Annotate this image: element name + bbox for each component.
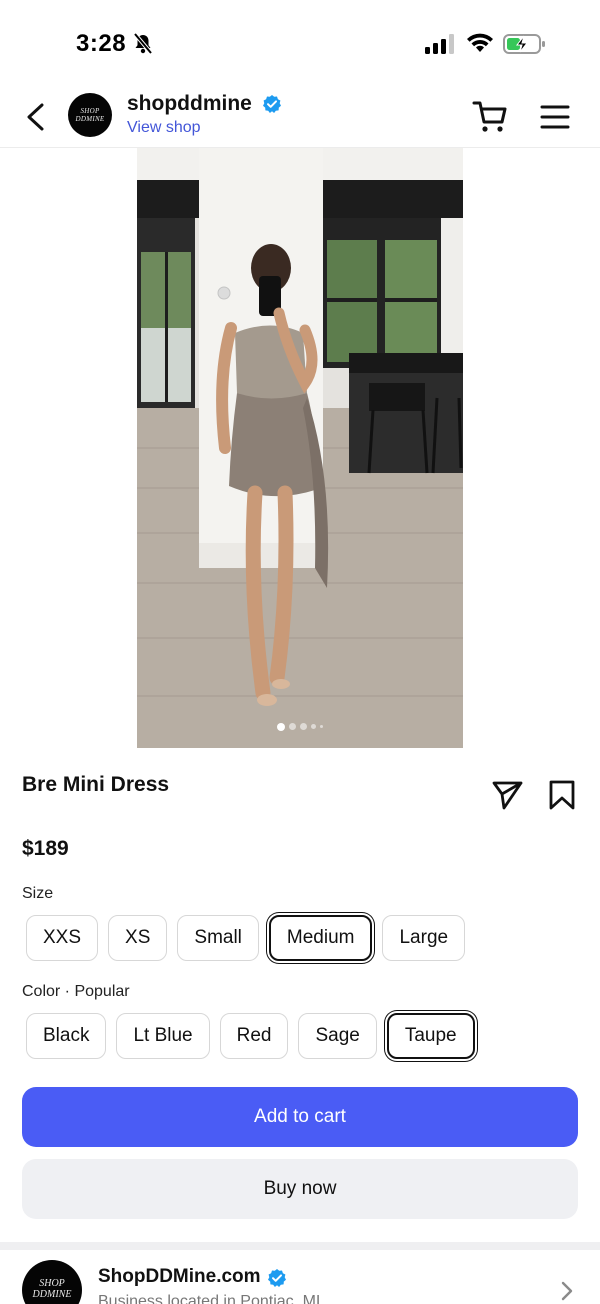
status-bar: 3:28 <box>0 0 600 86</box>
size-options: XXS XS Small Medium Large <box>26 915 466 961</box>
shop-name[interactable]: shopddmine <box>127 92 252 116</box>
cart-icon[interactable] <box>472 100 508 139</box>
gallery-dot[interactable] <box>311 724 316 730</box>
color-option-sage[interactable]: Sage <box>298 1013 377 1059</box>
shop-header: SHOP DDMINE shopddmine View shop <box>0 86 600 148</box>
bell-slash-icon <box>133 32 153 60</box>
size-option-xxs[interactable]: XXS <box>26 915 99 961</box>
bookmark-icon[interactable] <box>548 780 576 815</box>
color-label: Color · Popular <box>22 983 130 1000</box>
battery-charging-icon <box>503 33 547 60</box>
color-option-taupe[interactable]: Taupe <box>386 1013 475 1059</box>
business-name[interactable]: ShopDDMine.com <box>98 1266 261 1288</box>
gallery-dot[interactable] <box>289 723 296 731</box>
color-option-lt-blue[interactable]: Lt Blue <box>116 1013 210 1059</box>
gallery-dot[interactable] <box>277 722 285 731</box>
view-shop-link[interactable]: View shop <box>127 119 201 137</box>
product-photo <box>137 148 463 748</box>
gallery-dot[interactable] <box>300 723 307 731</box>
color-option-black[interactable]: Black <box>26 1013 107 1059</box>
menu-icon[interactable] <box>540 104 570 135</box>
section-divider <box>0 1242 600 1250</box>
color-options: Black Lt Blue Red Sage Taupe <box>26 1013 475 1059</box>
status-time: 3:28 <box>76 30 127 57</box>
share-icon[interactable] <box>492 780 524 815</box>
verified-badge-icon <box>268 1269 286 1292</box>
shop-avatar[interactable]: SHOP DDMINE <box>68 93 112 137</box>
chevron-right-icon[interactable] <box>560 1280 574 1304</box>
product-image-gallery[interactable] <box>137 148 463 748</box>
business-avatar[interactable]: SHOP DDMINE <box>22 1260 82 1304</box>
gallery-pagination[interactable] <box>137 718 463 736</box>
gallery-dot[interactable] <box>320 725 323 729</box>
size-label: Size <box>22 885 54 902</box>
size-option-small[interactable]: Small <box>177 915 259 961</box>
cellular-signal-icon <box>425 34 457 59</box>
back-chevron-icon[interactable] <box>22 100 52 134</box>
color-option-red[interactable]: Red <box>219 1013 289 1059</box>
product-price: $189 <box>22 837 69 860</box>
size-option-large[interactable]: Large <box>382 915 466 961</box>
buy-now-button[interactable]: Buy now <box>22 1159 578 1219</box>
add-to-cart-button[interactable]: Add to cart <box>22 1087 578 1147</box>
size-option-xs[interactable]: XS <box>108 915 168 961</box>
wifi-icon <box>466 32 494 59</box>
product-title: Bre Mini Dress <box>22 773 170 796</box>
business-location: Business located in Pontiac, MI <box>98 1293 321 1304</box>
verified-badge-icon <box>263 95 281 118</box>
size-option-medium[interactable]: Medium <box>268 915 373 961</box>
